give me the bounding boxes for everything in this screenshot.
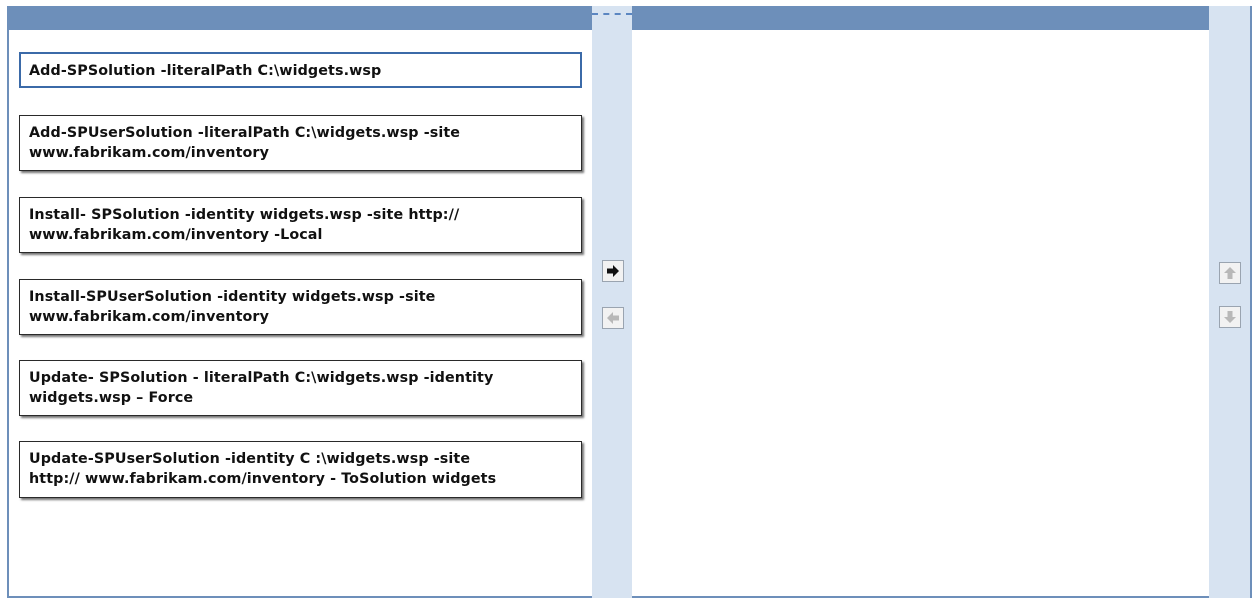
move-up-button[interactable]: [1219, 262, 1241, 284]
move-down-button[interactable]: [1219, 306, 1241, 328]
reorder-controls-gutter: [1209, 6, 1250, 598]
answer-choice-4[interactable]: Install-SPUserSolution -identity widgets…: [19, 279, 582, 335]
arrow-up-icon: [1224, 267, 1236, 279]
answer-choice-6[interactable]: Update-SPUserSolution -identity C :\widg…: [19, 441, 582, 498]
answer-choice-1[interactable]: Add-SPSolution -literalPath C:\widgets.w…: [19, 52, 582, 88]
move-right-button[interactable]: [602, 260, 624, 282]
arrow-down-icon: [1224, 311, 1236, 323]
answer-choice-3[interactable]: Install- SPSolution -identity widgets.ws…: [19, 197, 582, 253]
right-edge-border: [1250, 6, 1252, 598]
answer-choice-2[interactable]: Add-SPUserSolution -literalPath C:\widge…: [19, 115, 582, 171]
answer-area-panel[interactable]: [632, 6, 1209, 598]
arrow-left-icon: [607, 312, 619, 324]
source-list-panel: Add-SPSolution -literalPath C:\widgets.w…: [7, 6, 592, 598]
source-list-header: [9, 6, 592, 30]
transfer-controls-gutter: [592, 6, 632, 598]
arrow-right-icon: [607, 265, 619, 277]
answer-area-header: [632, 6, 1209, 30]
answer-choice-5[interactable]: Update- SPSolution - literalPath C:\widg…: [19, 360, 582, 416]
move-left-button[interactable]: [602, 307, 624, 329]
panel-divider: [592, 13, 632, 15]
